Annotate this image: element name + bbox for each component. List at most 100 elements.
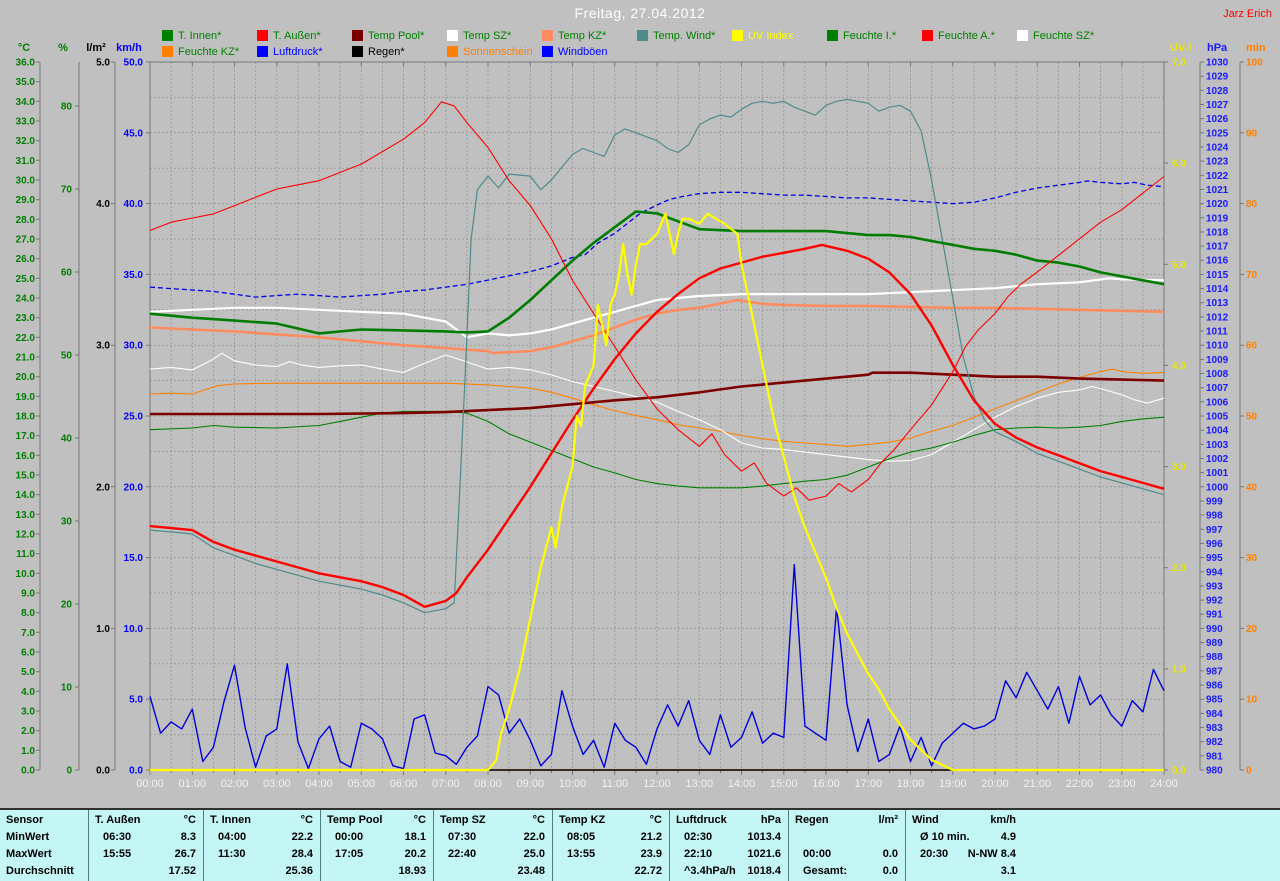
svg-text:20.0: 20.0 [124,482,144,493]
table-column-temp-pool-row-value: 18.1 [404,831,426,843]
svg-text:31.0: 31.0 [16,156,36,167]
table-column-t-innen-row: 04:00 22.2 [204,829,321,846]
axis-unit-kmh: km/h [116,42,142,54]
svg-text:993: 993 [1206,581,1223,592]
table-column-luftdruck-row-label: ^3.4hPa/h [684,865,736,877]
svg-text:22:00: 22:00 [1066,778,1094,790]
axis-unit-min: min [1246,42,1266,54]
svg-text:20.0: 20.0 [16,372,36,383]
axis-unit-uv: UV-I [1170,42,1191,54]
row-label-value [43,812,88,829]
table-column-temp-kz-row-label: 08:05 [567,831,596,843]
table-column-luftdruck-header-value: hPa [760,814,781,826]
svg-text:980: 980 [1206,766,1223,777]
svg-text:1016: 1016 [1206,256,1229,267]
table-column-temp-sz: Temp SZ °C 07:30 22.0 22:40 25.0 23.48 [433,810,553,881]
axis-lm2: 0.0 1.0 2.0 3.0 4.0 5.0 l/m² [86,42,116,777]
svg-text:32.0: 32.0 [16,136,36,147]
table-column-luftdruck-row: ^3.4hPa/h 1018.4 [670,863,789,880]
svg-text:982: 982 [1206,737,1223,748]
svg-text:5.0: 5.0 [21,667,35,678]
svg-text:989: 989 [1206,638,1223,649]
table-column-t-innen-row: 11:30 28.4 [204,846,321,863]
table-column-temp-kz-row-label [553,863,567,880]
svg-text:0.0: 0.0 [21,766,35,777]
table-column-regen-row-label: Gesamt: [803,865,848,877]
svg-text:20:00: 20:00 [981,778,1009,790]
svg-text:5.0: 5.0 [129,695,143,706]
table-column-temp-sz-header-value: °C [532,814,545,826]
svg-text:1007: 1007 [1206,383,1229,394]
svg-text:17:00: 17:00 [855,778,883,790]
svg-text:15.0: 15.0 [124,553,144,564]
table-column-temp-pool-row: 00:00 18.1 [321,829,434,846]
axis-unit-hpa: hPa [1207,42,1228,54]
table-column-temp-pool-header-value: °C [413,814,426,826]
table-column-luftdruck-row-value: 1013.4 [747,831,781,843]
svg-text:23.0: 23.0 [16,313,36,324]
table-column-t-au-en-row-value: 8.3 [180,831,196,843]
svg-text:50.0: 50.0 [124,58,144,69]
row-label-value [49,829,88,846]
table-column-luftdruck-row-value: 1021.6 [747,848,781,860]
svg-text:45.0: 45.0 [124,128,144,139]
svg-text:985: 985 [1206,695,1223,706]
svg-text:21.0: 21.0 [16,353,36,364]
svg-text:18:00: 18:00 [897,778,925,790]
table-column-temp-kz-row-value: 21.2 [640,831,662,843]
table-column-wind-row: 20:30 N-NW 8.4 [906,846,1024,863]
svg-text:16.0: 16.0 [16,451,36,462]
svg-text:997: 997 [1206,525,1223,536]
table-column-wind-row-value: 4.9 [1000,831,1016,843]
svg-text:30: 30 [61,517,73,528]
table-column-temp-sz-row-label [434,863,448,880]
table-column-temp-sz-row-label: 22:40 [448,848,477,860]
table-column-t-au-en-row: 15:55 26.7 [89,846,204,863]
svg-text:14.0: 14.0 [16,490,36,501]
table-column-temp-kz-row: 08:05 21.2 [553,829,670,846]
svg-text:1027: 1027 [1206,100,1229,111]
table-column-temp-pool-row-value: 18.93 [398,865,426,877]
svg-text:1030: 1030 [1206,58,1229,69]
table-column-temp-sz-row: 23.48 [434,863,553,880]
svg-text:1011: 1011 [1206,327,1228,338]
svg-text:29.0: 29.0 [16,195,36,206]
svg-text:14:00: 14:00 [728,778,756,790]
table-column-regen-row [789,829,906,846]
axis-min: 0 10 20 30 40 50 60 70 80 90 100 min [1239,42,1266,777]
table-column-temp-pool-row-label [321,863,335,880]
svg-text:1013: 1013 [1206,298,1229,309]
svg-text:990: 990 [1206,624,1223,635]
svg-text:7.0: 7.0 [1172,58,1186,69]
table-column-temp-kz-row-value: 22.72 [634,865,662,877]
weather-app-window: Freitag, 27.04.2012 Jarz Erich T. Innen*… [0,0,1280,881]
svg-text:1022: 1022 [1206,171,1229,182]
svg-text:10: 10 [61,683,73,694]
svg-text:986: 986 [1206,681,1223,692]
svg-text:26.0: 26.0 [16,254,36,265]
table-column-temp-sz-row-value: 25.0 [523,848,545,860]
svg-text:27.0: 27.0 [16,235,36,246]
table-column-wind-row: 3.1 [906,863,1024,880]
svg-text:2.0: 2.0 [1172,563,1186,574]
svg-text:30: 30 [1246,553,1258,564]
svg-text:18.0: 18.0 [16,412,36,423]
table-column-wind: Wind km/h Ø 10 min. 4.9 20:30 N-NW 8.4 3.1 [905,810,1024,881]
svg-text:1008: 1008 [1206,369,1229,380]
svg-text:1002: 1002 [1206,454,1229,465]
svg-text:9.0: 9.0 [21,589,35,600]
table-column-temp-kz-row-value: 23.9 [640,848,662,860]
svg-text:1001: 1001 [1206,468,1229,479]
table-column-t-innen-header: T. Innen °C [204,812,321,829]
chart-grid [150,62,1164,770]
svg-text:1014: 1014 [1206,284,1229,295]
svg-text:10.0: 10.0 [16,569,36,580]
table-column-t-au-en-header-value: °C [183,814,196,826]
svg-text:1.0: 1.0 [96,624,110,635]
table-column-temp-sz-row-value: 23.48 [517,865,545,877]
svg-text:04:00: 04:00 [305,778,333,790]
axis-unit-pct: % [58,42,68,54]
row-label-label: Sensor [6,814,44,826]
table-column-regen-row: 00:00 0.0 [789,846,906,863]
svg-text:36.0: 36.0 [16,58,36,69]
